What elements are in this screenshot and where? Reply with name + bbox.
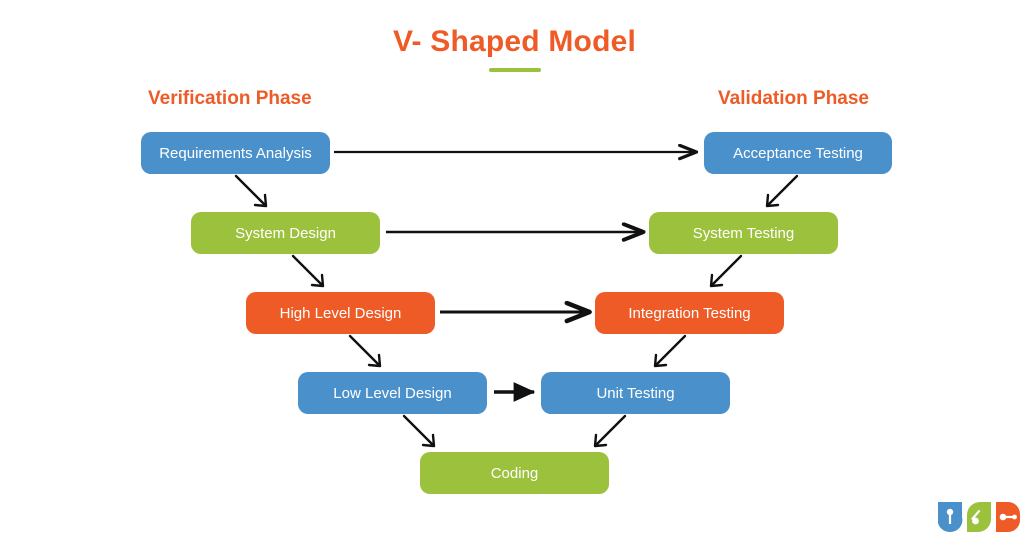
arrow-integration-to-unittesting bbox=[654, 334, 687, 367]
diagram-canvas: V- Shaped Model Verification Phase Valid… bbox=[0, 0, 1029, 537]
shield-badge-icon bbox=[938, 502, 963, 532]
node-integration-testing[interactable]: Integration Testing bbox=[595, 292, 784, 334]
node-label: System Testing bbox=[692, 224, 795, 242]
title-underline bbox=[489, 68, 541, 72]
arrowhead-to-lld bbox=[367, 353, 382, 368]
phase-label-verification: Verification Phase bbox=[148, 88, 312, 109]
node-high-level-design[interactable]: High Level Design bbox=[246, 292, 435, 334]
node-label: Coding bbox=[490, 464, 539, 482]
node-label: Low Level Design bbox=[333, 384, 452, 402]
arrowhead-to-hld bbox=[310, 273, 325, 288]
pill-connector-icon bbox=[996, 502, 1020, 532]
node-label: System Design bbox=[235, 224, 336, 242]
arrow-unittesting-to-coding bbox=[594, 414, 627, 447]
arrowhead-to-systemdesign bbox=[253, 193, 268, 208]
horizontal-connectors bbox=[334, 152, 696, 402]
arrow-systemtesting-to-integration bbox=[710, 254, 743, 287]
node-label: High Level Design bbox=[279, 304, 402, 322]
leaf-icon bbox=[967, 502, 991, 532]
phase-label-validation: Validation Phase bbox=[718, 88, 869, 109]
arrow-hld-to-lld bbox=[348, 334, 381, 367]
node-system-testing[interactable]: System Testing bbox=[649, 212, 838, 254]
node-label: Acceptance Testing bbox=[733, 144, 863, 162]
node-low-level-design[interactable]: Low Level Design bbox=[298, 372, 487, 414]
node-label: Integration Testing bbox=[628, 304, 751, 322]
node-system-design[interactable]: System Design bbox=[191, 212, 380, 254]
node-requirements-analysis[interactable]: Requirements Analysis bbox=[141, 132, 330, 174]
brand-logo[interactable] bbox=[938, 502, 1020, 532]
arrowhead-to-integration bbox=[709, 273, 724, 288]
arrowhead-to-unittesting bbox=[653, 353, 668, 368]
arrowhead-to-coding-left bbox=[421, 433, 436, 448]
arrow-requirements-to-systemdesign bbox=[234, 174, 267, 207]
node-label: Unit Testing bbox=[596, 384, 675, 402]
node-label: Requirements Analysis bbox=[159, 144, 312, 162]
arrow-acceptance-to-systemtesting bbox=[766, 174, 799, 207]
node-acceptance-testing[interactable]: Acceptance Testing bbox=[704, 132, 892, 174]
arrow-lld-to-coding bbox=[402, 414, 435, 447]
page-title: V- Shaped Model bbox=[392, 25, 637, 58]
arrowhead-to-systemtesting bbox=[765, 193, 780, 208]
node-coding[interactable]: Coding bbox=[420, 452, 609, 494]
arrowhead-to-coding-right bbox=[593, 433, 608, 448]
node-unit-testing[interactable]: Unit Testing bbox=[541, 372, 730, 414]
arrow-systemdesign-to-hld bbox=[291, 254, 324, 287]
